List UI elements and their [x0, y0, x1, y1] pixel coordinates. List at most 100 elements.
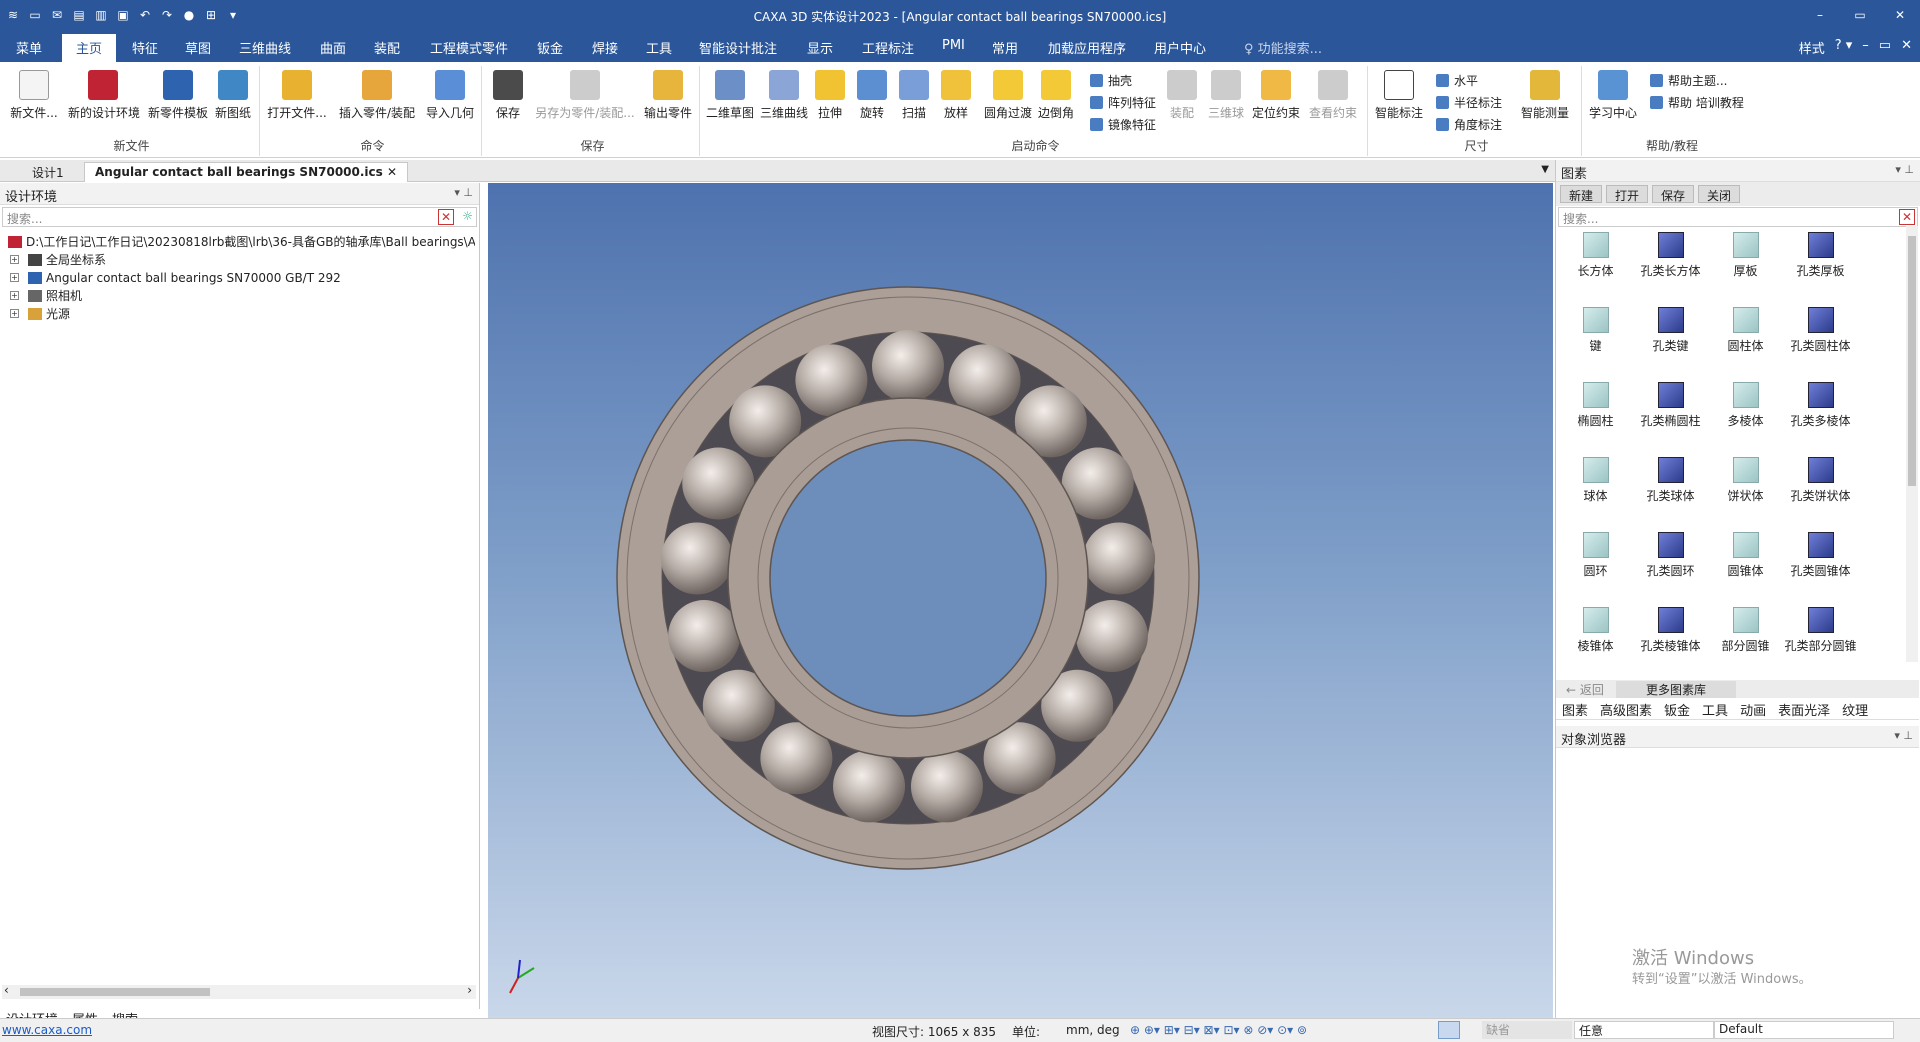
- element-item[interactable]: 圆环: [1558, 526, 1633, 601]
- tab-sheet-metal[interactable]: 钣金: [1664, 700, 1690, 719]
- back-button[interactable]: ← 返回: [1566, 681, 1604, 698]
- extrude-button[interactable]: 拉伸: [812, 70, 848, 121]
- element-item[interactable]: 孔类球体: [1633, 451, 1708, 526]
- elements-search-input[interactable]: 搜索... ✕: [1558, 207, 1918, 227]
- 3d-ball-button[interactable]: 三维球: [1206, 70, 1246, 121]
- tab-tools[interactable]: 工具: [1702, 700, 1728, 719]
- pin-icon[interactable]: ▾ ⊥: [1895, 163, 1914, 176]
- new-file-button[interactable]: 新文件...: [4, 70, 64, 121]
- element-item[interactable]: 孔类饼状体: [1783, 451, 1858, 526]
- close-tab-icon[interactable]: ✕: [387, 165, 397, 179]
- help-topics-button[interactable]: 帮助主题...: [1650, 72, 1727, 89]
- loft-button[interactable]: 放样: [938, 70, 974, 121]
- tree-item-global-coords[interactable]: + 全局坐标系: [4, 251, 475, 269]
- element-item[interactable]: 圆锥体: [1708, 526, 1783, 601]
- elements-scrollbar[interactable]: [1906, 226, 1918, 662]
- clear-search-icon[interactable]: ✕: [1899, 209, 1915, 225]
- new-catalog-button[interactable]: 新建: [1560, 185, 1603, 203]
- style-menu[interactable]: 样式: [1799, 38, 1825, 57]
- radius-dim-button[interactable]: 半径标注: [1436, 94, 1502, 111]
- element-item[interactable]: 厚板: [1708, 226, 1783, 301]
- pattern-button[interactable]: 阵列特征: [1090, 94, 1156, 111]
- new-design-env-button[interactable]: 新的设计环境: [68, 70, 140, 121]
- ribbon-close-icon[interactable]: ✕: [1901, 38, 1912, 57]
- scroll-thumb[interactable]: [20, 988, 210, 996]
- filter-any[interactable]: 任意: [1574, 1021, 1714, 1039]
- app-menu-icon[interactable]: ≋: [4, 6, 22, 24]
- expand-icon[interactable]: +: [10, 273, 19, 282]
- tree-root[interactable]: D:\工作日记\工作日记\20230818lrb截图\lrb\36-具备GB的轴…: [4, 233, 475, 251]
- menu-home[interactable]: 主页: [62, 34, 117, 62]
- menu-feature[interactable]: 特征: [128, 37, 162, 58]
- learning-center-button[interactable]: 学习中心: [1586, 70, 1640, 121]
- menu-sheet-metal[interactable]: 钣金: [533, 37, 567, 58]
- filter-default[interactable]: 缺省: [1482, 1021, 1572, 1039]
- mail-icon[interactable]: ✉: [48, 6, 66, 24]
- element-item[interactable]: 棱锥体: [1558, 601, 1633, 676]
- customize-icon[interactable]: ▾: [224, 6, 242, 24]
- revolve-button[interactable]: 旋转: [854, 70, 890, 121]
- expand-icon[interactable]: +: [10, 291, 19, 300]
- bearing-model[interactable]: [488, 183, 1553, 1018]
- menu-assembly[interactable]: 装配: [370, 37, 404, 58]
- menu-surface[interactable]: 曲面: [316, 37, 350, 58]
- menu-user-center[interactable]: 用户中心: [1150, 37, 1210, 58]
- mirror-button[interactable]: 镜像特征: [1090, 116, 1156, 133]
- tab-animation[interactable]: 动画: [1740, 700, 1766, 719]
- feature-search[interactable]: ♀ 功能搜索...: [1240, 37, 1326, 58]
- undo-icon[interactable]: ↶: [136, 6, 154, 24]
- horizontal-dim-button[interactable]: 水平: [1436, 72, 1478, 89]
- element-item[interactable]: 孔类厚板: [1783, 226, 1858, 301]
- tab-design1[interactable]: 设计1: [22, 162, 74, 182]
- expand-icon[interactable]: +: [10, 309, 19, 318]
- shell-button[interactable]: 抽壳: [1090, 72, 1132, 89]
- training-tutorial-button[interactable]: 帮助 培训教程: [1650, 94, 1744, 111]
- horizontal-scrollbar[interactable]: ‹ ›: [2, 983, 476, 999]
- positioning-constraint-button[interactable]: 定位约束: [1250, 70, 1302, 121]
- element-item[interactable]: 球体: [1558, 451, 1633, 526]
- import-geometry-button[interactable]: 导入几何: [420, 70, 480, 121]
- filter-style[interactable]: Default: [1714, 1021, 1894, 1039]
- circle-icon[interactable]: ●: [180, 6, 198, 24]
- export-part-button[interactable]: 输出零件: [638, 70, 698, 121]
- assembly-button[interactable]: 装配: [1164, 70, 1200, 121]
- save-catalog-button[interactable]: 保存: [1652, 185, 1695, 203]
- sweep-button[interactable]: 扫描: [896, 70, 932, 121]
- menu-3d-curve[interactable]: 三维曲线: [235, 37, 295, 58]
- 2d-sketch-button[interactable]: 二维草图: [704, 70, 756, 121]
- scroll-left-icon[interactable]: ‹: [4, 983, 9, 997]
- grid-icon[interactable]: ⊞: [202, 6, 220, 24]
- scroll-thumb[interactable]: [1908, 236, 1916, 486]
- element-item[interactable]: 孔类椭圆柱: [1633, 376, 1708, 451]
- 3d-viewport[interactable]: [488, 183, 1553, 1018]
- tree-item-light[interactable]: + 光源: [4, 305, 475, 323]
- menu-common[interactable]: 常用: [988, 37, 1022, 58]
- tab-advanced[interactable]: 高级图素: [1600, 700, 1652, 719]
- view-tools-icons[interactable]: ⊕ ⊕▾ ⊞▾ ⊟▾ ⊠▾ ⊡▾ ⊗ ⊘▾ ⊙▾ ⊚: [1130, 1023, 1307, 1037]
- element-item[interactable]: 键: [1558, 301, 1633, 376]
- element-item[interactable]: 孔类多棱体: [1783, 376, 1858, 451]
- tree-search-input[interactable]: 搜索... ✕ ☼: [2, 207, 477, 227]
- fillet-button[interactable]: 圆角过渡: [982, 70, 1034, 121]
- menu-file[interactable]: 菜单: [12, 37, 46, 58]
- tab-elements[interactable]: 图素: [1562, 700, 1588, 719]
- tab-bearing-file[interactable]: Angular contact ball bearings SN70000.ic…: [84, 162, 409, 182]
- element-item[interactable]: 椭圆柱: [1558, 376, 1633, 451]
- new-drawing-button[interactable]: 新图纸: [208, 70, 258, 121]
- element-item[interactable]: 多棱体: [1708, 376, 1783, 451]
- element-item[interactable]: 圆柱体: [1708, 301, 1783, 376]
- element-item[interactable]: 孔类圆环: [1633, 526, 1708, 601]
- save-button[interactable]: 保存: [486, 70, 530, 121]
- insert-part-button[interactable]: 插入零件/装配: [332, 70, 422, 121]
- new-part-template-button[interactable]: 新零件模板: [148, 70, 208, 121]
- folder-icon[interactable]: ▥: [92, 6, 110, 24]
- tree-item-camera[interactable]: + 照相机: [4, 287, 475, 305]
- select-pointer-icon[interactable]: [1438, 1021, 1460, 1039]
- search-filter-icon[interactable]: ☼: [462, 209, 473, 223]
- menu-welding[interactable]: 焊接: [588, 37, 622, 58]
- menu-sketch[interactable]: 草图: [181, 37, 215, 58]
- ribbon-restore-icon[interactable]: ▭: [1879, 38, 1891, 57]
- menu-engineering-dim[interactable]: 工程标注: [858, 37, 918, 58]
- smart-dimension-button[interactable]: 智能标注: [1372, 70, 1426, 121]
- menu-smart-annotation[interactable]: 智能设计批注: [695, 37, 781, 58]
